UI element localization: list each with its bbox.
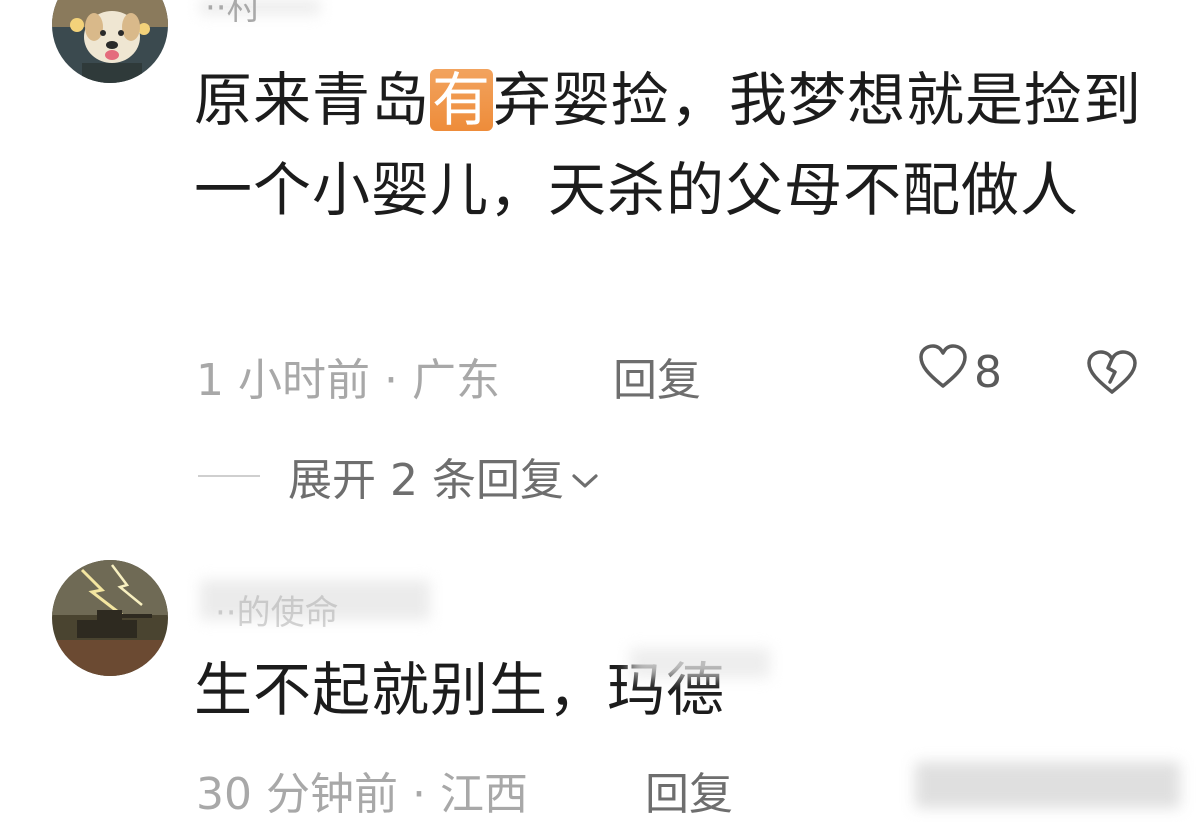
username[interactable]: ··村 bbox=[205, 0, 261, 29]
like-button[interactable]: 8 bbox=[918, 344, 1002, 401]
timestamp: 30 分钟前 bbox=[196, 769, 398, 820]
username[interactable]: ··的使命 bbox=[215, 585, 339, 634]
avatar[interactable] bbox=[52, 560, 168, 676]
separator: · bbox=[411, 769, 426, 820]
heart-icon bbox=[918, 344, 968, 401]
comment-meta: 1 小时前 · 广东 bbox=[196, 344, 500, 408]
location: 江西 bbox=[439, 769, 528, 820]
reply-button[interactable]: 回复 bbox=[645, 758, 733, 822]
separator: · bbox=[383, 355, 398, 406]
actions-blur bbox=[915, 762, 1180, 808]
comment-text: 原来青岛有弃婴捡，我梦想就是捡到一个小婴儿，天杀的父母不配做人 bbox=[194, 55, 1169, 235]
divider bbox=[198, 475, 260, 477]
broken-heart-icon[interactable] bbox=[1086, 350, 1138, 400]
highlighted-keyword: 有 bbox=[430, 66, 494, 134]
comment-text-part: 原来青岛 bbox=[194, 66, 431, 134]
expand-replies-button[interactable]: 展开 2 条回复 bbox=[198, 444, 600, 508]
text-blur bbox=[630, 648, 770, 678]
chevron-down-icon bbox=[570, 451, 600, 502]
avatar[interactable] bbox=[52, 0, 168, 83]
location: 广东 bbox=[411, 355, 500, 406]
expand-replies-label: 展开 2 条回复 bbox=[288, 455, 564, 506]
timestamp: 1 小时前 bbox=[196, 355, 370, 406]
comment-meta: 30 分钟前 · 江西 bbox=[196, 758, 528, 822]
reply-button[interactable]: 回复 bbox=[613, 344, 701, 408]
like-count: 8 bbox=[974, 347, 1002, 398]
